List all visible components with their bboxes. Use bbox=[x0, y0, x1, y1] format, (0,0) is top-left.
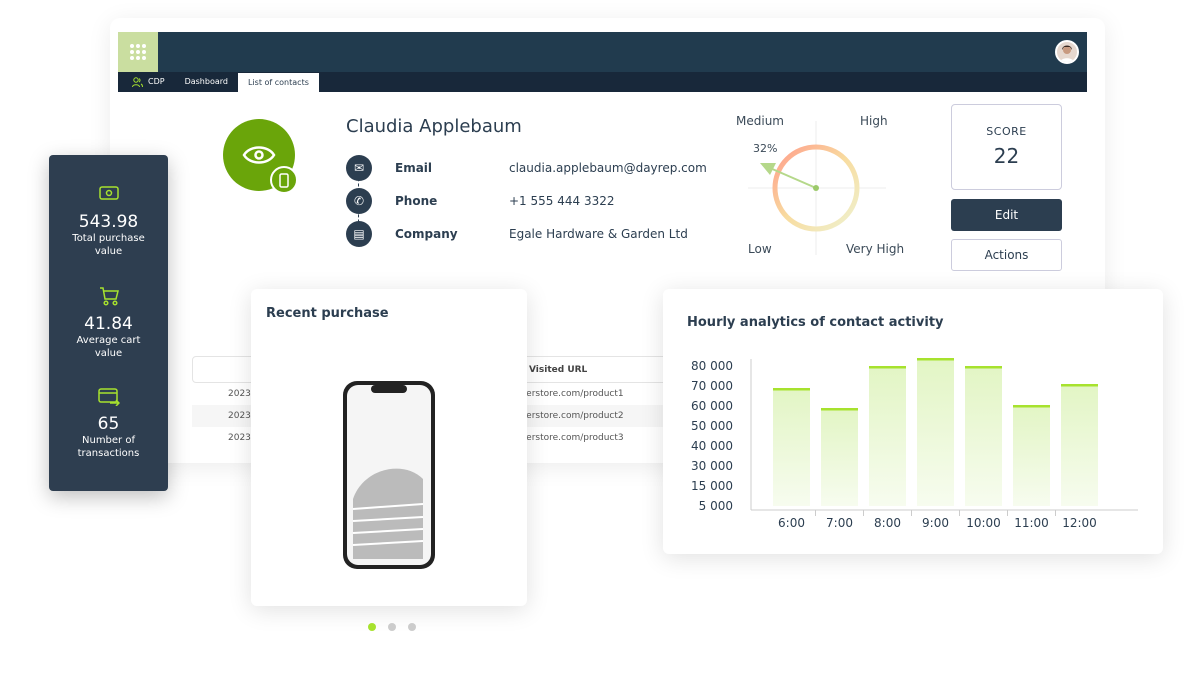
bar-cap bbox=[1061, 384, 1098, 387]
y-tick-label: 60 000 bbox=[691, 399, 733, 413]
cart-icon bbox=[99, 287, 119, 306]
mobile-device-badge bbox=[270, 166, 298, 194]
x-tick-label: 10:00 bbox=[966, 516, 1001, 530]
score-label: SCORE bbox=[986, 125, 1027, 138]
engagement-gauge bbox=[748, 121, 886, 255]
phone-row: ✆ Phone +1 555 444 3322 bbox=[346, 188, 614, 214]
stats-panel: 543.98 Total purchase value 41.84 Average … bbox=[49, 155, 168, 491]
money-icon bbox=[98, 186, 119, 200]
tab-cdp[interactable]: CDP bbox=[118, 72, 175, 92]
edit-button[interactable]: Edit bbox=[951, 199, 1062, 231]
company-value: Egale Hardware & Garden Ltd bbox=[509, 227, 688, 241]
x-tick-label: 8:00 bbox=[874, 516, 901, 530]
bar[interactable] bbox=[1013, 405, 1050, 506]
x-tick-label: 7:00 bbox=[826, 516, 853, 530]
bar[interactable] bbox=[1061, 384, 1098, 506]
y-tick-label: 80 000 bbox=[691, 359, 733, 373]
carousel-dot-1[interactable] bbox=[368, 623, 376, 631]
eye-icon bbox=[242, 146, 276, 164]
users-icon bbox=[132, 76, 143, 87]
x-tick-label: 12:00 bbox=[1062, 516, 1097, 530]
x-tick-label: 9:00 bbox=[922, 516, 949, 530]
x-tick-label: 6:00 bbox=[778, 516, 805, 530]
product-image-smartphone[interactable] bbox=[341, 379, 437, 571]
bar-cap bbox=[773, 388, 810, 391]
bar-cap bbox=[869, 366, 906, 369]
y-tick-label: 30 000 bbox=[691, 459, 733, 473]
stat-transactions: 65 Number of transactions bbox=[49, 388, 168, 460]
gauge-label-medium: Medium bbox=[736, 114, 784, 128]
tab-list-of-contacts[interactable]: List of contacts bbox=[237, 73, 319, 92]
carousel-dot-3[interactable] bbox=[408, 623, 416, 631]
email-value[interactable]: claudia.applebaum@dayrep.com bbox=[509, 161, 707, 175]
recent-purchase-card: Recent purchase bbox=[251, 289, 527, 606]
bar-cap bbox=[917, 358, 954, 361]
score-value: 22 bbox=[993, 144, 1020, 168]
phone-value[interactable]: +1 555 444 3322 bbox=[509, 194, 614, 208]
gauge-label-high: High bbox=[860, 114, 888, 128]
x-tick-label: 11:00 bbox=[1014, 516, 1049, 530]
apps-grid-button[interactable] bbox=[118, 32, 158, 72]
mail-icon: ✉ bbox=[346, 155, 372, 181]
stat-total-purchase: 543.98 Total purchase value bbox=[49, 185, 168, 258]
carousel-dot-2[interactable] bbox=[388, 623, 396, 631]
recent-purchase-title: Recent purchase bbox=[266, 306, 389, 321]
company-row: ▤ Company Egale Hardware & Garden Ltd bbox=[346, 221, 688, 247]
stat-average-cart: 41.84 Average cart value bbox=[49, 286, 168, 360]
bar-cap bbox=[965, 366, 1002, 369]
bar-chart: 80 000 70 000 60 000 50 000 40 000 30 000 15 0… bbox=[691, 358, 1138, 530]
gauge-value: 32% bbox=[753, 142, 778, 155]
y-tick-label: 50 000 bbox=[691, 419, 733, 433]
tab-dashboard[interactable]: Dashboard bbox=[175, 72, 238, 92]
building-icon: ▤ bbox=[346, 221, 372, 247]
phone-icon: ✆ bbox=[346, 188, 372, 214]
gauge-label-very-high: Very High bbox=[846, 242, 905, 256]
y-tick-label: 40 000 bbox=[691, 439, 733, 453]
bar-cap bbox=[1013, 405, 1050, 408]
bar[interactable] bbox=[869, 366, 906, 506]
hourly-analytics-card: Hourly analytics of contact activity 80 … bbox=[663, 289, 1163, 554]
bar[interactable] bbox=[917, 358, 954, 506]
score-box: SCORE 22 bbox=[951, 104, 1062, 190]
nav-tabs: CDP Dashboard List of contacts bbox=[118, 72, 1087, 92]
gauge-label-low: Low bbox=[748, 242, 772, 256]
y-tick-label: 15 000 bbox=[691, 479, 733, 493]
y-tick-label: 70 000 bbox=[691, 379, 733, 393]
grid-icon bbox=[130, 44, 146, 60]
user-avatar[interactable] bbox=[1055, 40, 1079, 64]
y-tick-label: 5 000 bbox=[699, 499, 733, 513]
bar[interactable] bbox=[773, 388, 810, 506]
contact-name: Claudia Applebaum bbox=[346, 116, 522, 137]
bar[interactable] bbox=[821, 408, 858, 506]
bar[interactable] bbox=[965, 366, 1002, 506]
smartphone-icon bbox=[279, 172, 289, 188]
top-bar bbox=[118, 32, 1087, 72]
bar-cap bbox=[821, 408, 858, 411]
actions-button[interactable]: Actions bbox=[951, 239, 1062, 271]
email-row: ✉ Email claudia.applebaum@dayrep.com bbox=[346, 155, 707, 181]
card-transfer-icon bbox=[97, 388, 120, 407]
